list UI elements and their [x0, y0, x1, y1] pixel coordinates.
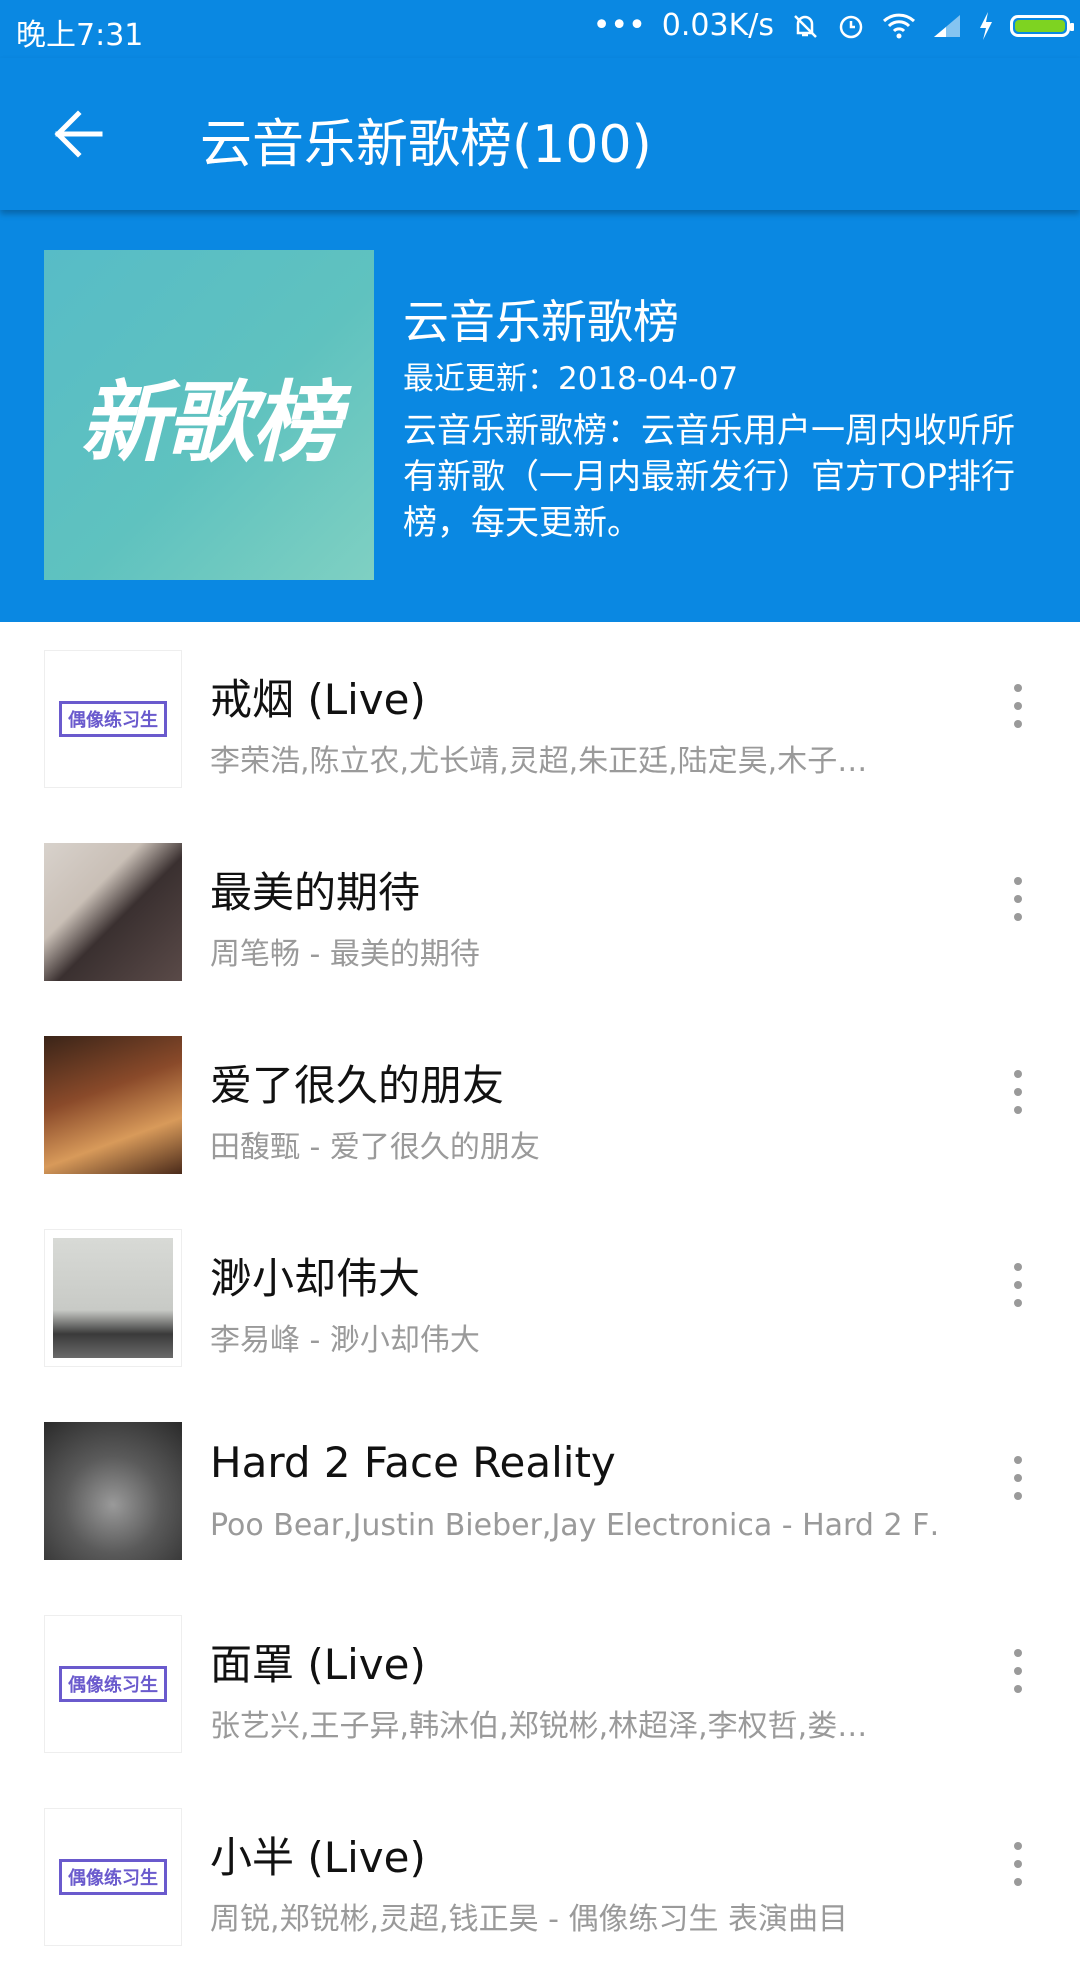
status-time: 晚上7:31: [16, 18, 144, 53]
song-subtitle: Poo Bear,Justin Bieber,Jay Electronica -…: [210, 1508, 940, 1543]
mute-icon: [794, 14, 817, 38]
song-title: 面罩 (Live): [210, 1640, 426, 1689]
chart-title: 云音乐新歌榜: [403, 295, 679, 349]
chart-updated: 最近更新：2018-04-07: [403, 361, 739, 397]
song-title: 爱了很久的朋友: [210, 1061, 505, 1110]
song-row[interactable]: 爱了很久的朋友 田馥甄 - 爱了很久的朋友: [0, 1008, 1080, 1201]
arrow-left-icon[interactable]: [44, 94, 124, 174]
idol-producer-logo: 偶像练习生: [59, 701, 167, 737]
song-row[interactable]: 最美的期待 周笔畅 - 最美的期待: [0, 815, 1080, 1008]
song-subtitle: 张艺兴,王子异,韩沐伯,郑锐彬,林超泽,李权哲,娄…: [210, 1709, 868, 1744]
battery-icon: [1010, 14, 1074, 37]
signal-icon: [934, 14, 960, 37]
song-title: 最美的期待: [210, 868, 421, 917]
song-subtitle: 田馥甄 - 爱了很久的朋友: [210, 1130, 540, 1165]
more-vert-icon[interactable]: [1012, 1070, 1024, 1118]
song-row[interactable]: 渺小却伟大 李易峰 - 渺小却伟大: [0, 1201, 1080, 1394]
page-title: 云音乐新歌榜(100): [200, 115, 652, 175]
idol-producer-logo: 偶像练习生: [59, 1666, 167, 1702]
app-bar: 云音乐新歌榜(100): [0, 58, 1080, 210]
cover-text: 新歌榜: [79, 370, 340, 474]
song-cover: 偶像练习生: [44, 1808, 182, 1946]
song-cover: [44, 843, 182, 981]
more-vert-icon[interactable]: [1012, 877, 1024, 925]
charging-icon: [980, 11, 992, 40]
song-title: 渺小却伟大: [210, 1254, 421, 1303]
more-vert-icon[interactable]: [1012, 1649, 1024, 1697]
song-title: 小半 (Live): [210, 1833, 426, 1882]
chart-cover: 新歌榜: [44, 250, 374, 580]
song-subtitle: 李荣浩,陈立农,尤长靖,灵超,朱正廷,陆定昊,木子…: [210, 744, 868, 779]
alarm-icon: [839, 15, 863, 38]
song-row[interactable]: 偶像练习生 面罩 (Live) 张艺兴,王子异,韩沐伯,郑锐彬,林超泽,李权哲,…: [0, 1587, 1080, 1780]
song-cover: [44, 1229, 182, 1367]
song-subtitle: 李易峰 - 渺小却伟大: [210, 1323, 480, 1358]
song-row[interactable]: 偶像练习生 戒烟 (Live) 李荣浩,陈立农,尤长靖,灵超,朱正廷,陆定昊,木…: [0, 622, 1080, 815]
song-row[interactable]: 偶像练习生 小半 (Live) 周锐,郑锐彬,灵超,钱正昊 - 偶像练习生 表演…: [0, 1780, 1080, 1973]
song-cover: 偶像练习生: [44, 1615, 182, 1753]
status-bar: 晚上7:31 ••• 0.03K/s: [0, 0, 1080, 58]
network-speed: 0.03K/s: [661, 8, 774, 43]
chart-header: 新歌榜 云音乐新歌榜 最近更新：2018-04-07 云音乐新歌榜：云音乐用户一…: [0, 210, 1080, 622]
song-row[interactable]: Hard 2 Face Reality Poo Bear,Justin Bieb…: [0, 1394, 1080, 1587]
song-title: 戒烟 (Live): [210, 675, 426, 724]
more-vert-icon[interactable]: [1012, 1456, 1024, 1504]
more-vert-icon[interactable]: [1012, 1842, 1024, 1890]
chart-description: 云音乐新歌榜：云音乐用户一周内收听所有新歌（一月内最新发行）官方TOP排行榜，每…: [403, 411, 1016, 543]
dots-icon: •••: [592, 8, 646, 43]
song-subtitle: 周笔畅 - 最美的期待: [210, 937, 480, 972]
more-vert-icon[interactable]: [1012, 1263, 1024, 1311]
song-cover: 偶像练习生: [44, 650, 182, 788]
song-title: Hard 2 Face Reality: [210, 1438, 616, 1487]
song-cover: [44, 1036, 182, 1174]
song-cover: [44, 1422, 182, 1560]
song-subtitle: 周锐,郑锐彬,灵超,钱正昊 - 偶像练习生 表演曲目: [210, 1902, 849, 1937]
wifi-icon: [882, 13, 916, 38]
more-vert-icon[interactable]: [1012, 684, 1024, 732]
idol-producer-logo: 偶像练习生: [59, 1859, 167, 1895]
